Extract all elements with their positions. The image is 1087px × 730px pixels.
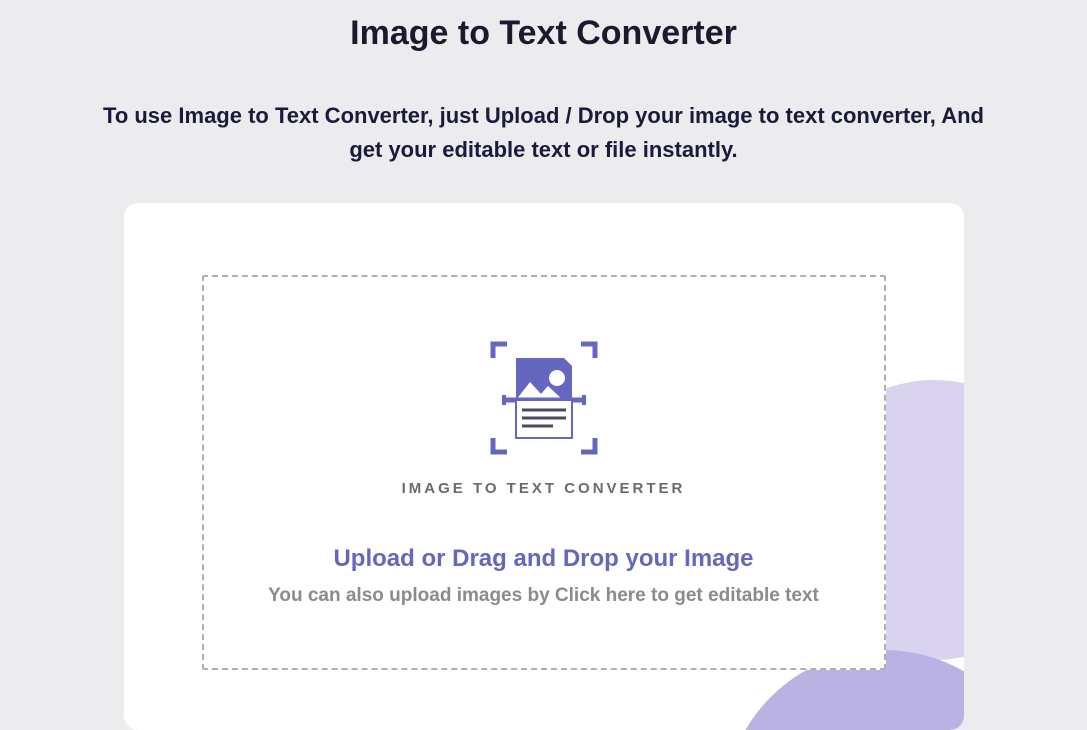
upload-dropzone[interactable]: IMAGE TO TEXT CONVERTER Upload or Drag a…: [202, 275, 886, 670]
image-scan-icon: [485, 338, 603, 458]
page-description: To use Image to Text Converter, just Upl…: [64, 99, 1024, 167]
upload-card: IMAGE TO TEXT CONVERTER Upload or Drag a…: [124, 203, 964, 730]
dropzone-heading: Upload or Drag and Drop your Image: [333, 545, 753, 573]
dropzone-icon-caption: IMAGE TO TEXT CONVERTER: [402, 480, 686, 497]
page-title: Image to Text Converter: [0, 0, 1087, 63]
dropzone-subtext: You can also upload images by Click here…: [268, 585, 819, 607]
